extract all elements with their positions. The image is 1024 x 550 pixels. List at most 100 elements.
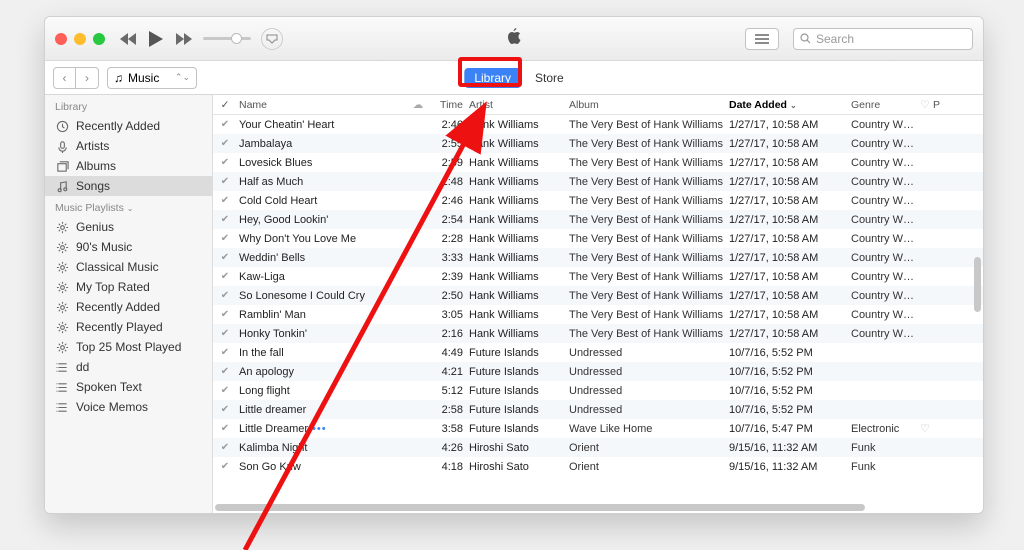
cell-date: 1/27/17, 10:58 AM (729, 119, 851, 131)
col-check[interactable]: ✓ (213, 99, 237, 111)
minimize-window-button[interactable] (74, 33, 86, 45)
cell-album: The Very Best of Hank Williams (569, 309, 729, 321)
col-cloud-icon[interactable]: ☁ (407, 99, 429, 111)
cell-artist: Future Islands (469, 366, 569, 378)
cell-album: Undressed (569, 404, 729, 416)
col-love-icon[interactable]: ♡ (917, 99, 933, 111)
cell-date: 10/7/16, 5:47 PM (729, 423, 851, 435)
play-button[interactable] (147, 30, 165, 48)
col-genre[interactable]: Genre (851, 99, 917, 111)
table-row[interactable]: ✔An apology4:21Future IslandsUndressed10… (213, 362, 983, 381)
row-checkbox[interactable]: ✔ (213, 138, 237, 149)
table-row[interactable]: ✔Weddin' Bells3:33Hank WilliamsThe Very … (213, 248, 983, 267)
cell-artist: Future Islands (469, 423, 569, 435)
row-checkbox[interactable]: ✔ (213, 442, 237, 453)
table-row[interactable]: ✔Your Cheatin' Heart2:46Hank WilliamsThe… (213, 115, 983, 134)
vertical-scrollbar[interactable] (973, 117, 981, 497)
cell-time: 3:33 (429, 252, 469, 264)
row-checkbox[interactable]: ✔ (213, 214, 237, 225)
cell-name: Jambalaya (237, 138, 407, 150)
cell-time: 2:55 (429, 138, 469, 150)
table-row[interactable]: ✔Half as Much2:48Hank WilliamsThe Very B… (213, 172, 983, 191)
volume-slider[interactable] (203, 37, 251, 40)
forward-button[interactable]: › (76, 68, 98, 88)
table-row[interactable]: ✔Hey, Good Lookin'2:54Hank WilliamsThe V… (213, 210, 983, 229)
col-artist[interactable]: Artist (469, 99, 569, 111)
col-plays[interactable]: P (933, 99, 945, 111)
col-album[interactable]: Album (569, 99, 729, 111)
sidebar-item-albums[interactable]: Albums (45, 156, 212, 176)
cell-artist: Hank Williams (469, 195, 569, 207)
row-checkbox[interactable]: ✔ (213, 271, 237, 282)
back-button[interactable]: ‹ (54, 68, 76, 88)
song-list: ✓ Name ☁ Time Artist Album Date Added⌄ G… (213, 95, 983, 513)
row-checkbox[interactable]: ✔ (213, 461, 237, 472)
playlist-top-25-most-played[interactable]: Top 25 Most Played (45, 337, 212, 357)
table-row[interactable]: ✔Son Go Kuw4:18Hiroshi SatoOrient9/15/16… (213, 457, 983, 476)
row-checkbox[interactable]: ✔ (213, 157, 237, 168)
search-input[interactable]: Search (793, 28, 973, 50)
row-checkbox[interactable]: ✔ (213, 309, 237, 320)
playlist-spoken-text[interactable]: Spoken Text (45, 377, 212, 397)
cell-album: The Very Best of Hank Williams (569, 290, 729, 302)
row-checkbox[interactable]: ✔ (213, 404, 237, 415)
col-date-added[interactable]: Date Added⌄ (729, 99, 851, 111)
playlist-voice-memos[interactable]: Voice Memos (45, 397, 212, 417)
playlist-dd[interactable]: dd (45, 357, 212, 377)
table-row[interactable]: ✔Lovesick Blues2:59Hank WilliamsThe Very… (213, 153, 983, 172)
horizontal-scrollbar[interactable] (215, 503, 971, 511)
airplay-button[interactable] (261, 28, 283, 50)
row-checkbox[interactable]: ✔ (213, 385, 237, 396)
table-row[interactable]: ✔Long flight5:12Future IslandsUndressed1… (213, 381, 983, 400)
col-time[interactable]: Time (429, 99, 469, 111)
cell-love[interactable]: ♡ (917, 422, 933, 435)
table-row[interactable]: ✔Kaw-Liga2:39Hank WilliamsThe Very Best … (213, 267, 983, 286)
table-row[interactable]: ✔Honky Tonkin'2:16Hank WilliamsThe Very … (213, 324, 983, 343)
sidebar-item-recently-added[interactable]: Recently Added (45, 116, 212, 136)
playlist-genius[interactable]: Genius (45, 217, 212, 237)
row-checkbox[interactable]: ✔ (213, 119, 237, 130)
table-row[interactable]: ✔Cold Cold Heart2:46Hank WilliamsThe Ver… (213, 191, 983, 210)
playlist-recently-played[interactable]: Recently Played (45, 317, 212, 337)
playlist-recently-added[interactable]: Recently Added (45, 297, 212, 317)
row-checkbox[interactable]: ✔ (213, 328, 237, 339)
list-view-button[interactable] (745, 28, 779, 50)
row-checkbox[interactable]: ✔ (213, 423, 237, 434)
col-name[interactable]: Name (237, 99, 407, 111)
table-row[interactable]: ✔So Lonesome I Could Cry2:50Hank William… (213, 286, 983, 305)
table-row[interactable]: ✔Little Dreamer•••3:58Future IslandsWave… (213, 419, 983, 438)
row-checkbox[interactable]: ✔ (213, 176, 237, 187)
zoom-window-button[interactable] (93, 33, 105, 45)
more-icon[interactable]: ••• (312, 423, 327, 435)
row-checkbox[interactable]: ✔ (213, 366, 237, 377)
gear-icon (55, 280, 69, 294)
table-row[interactable]: ✔In the fall4:49Future IslandsUndressed1… (213, 343, 983, 362)
cell-time: 4:21 (429, 366, 469, 378)
next-track-button[interactable] (175, 30, 193, 48)
playlist-my-top-rated[interactable]: My Top Rated (45, 277, 212, 297)
row-checkbox[interactable]: ✔ (213, 252, 237, 263)
row-checkbox[interactable]: ✔ (213, 195, 237, 206)
updown-icon: ⌃⌄ (175, 72, 190, 83)
table-row[interactable]: ✔Jambalaya2:55Hank WilliamsThe Very Best… (213, 134, 983, 153)
sidebar-item-artists[interactable]: Artists (45, 136, 212, 156)
media-picker[interactable]: ♫ Music ⌃⌄ (107, 67, 197, 89)
playlist-90-s-music[interactable]: 90's Music (45, 237, 212, 257)
playlist-classical-music[interactable]: Classical Music (45, 257, 212, 277)
close-window-button[interactable] (55, 33, 67, 45)
table-row[interactable]: ✔Ramblin' Man3:05Hank WilliamsThe Very B… (213, 305, 983, 324)
cell-name: Son Go Kuw (237, 461, 407, 473)
sidebar-item-songs[interactable]: Songs (45, 176, 212, 196)
previous-track-button[interactable] (119, 30, 137, 48)
row-checkbox[interactable]: ✔ (213, 233, 237, 244)
table-row[interactable]: ✔Why Don't You Love Me2:28Hank WilliamsT… (213, 229, 983, 248)
table-row[interactable]: ✔Kalimba Night4:26Hiroshi SatoOrient9/15… (213, 438, 983, 457)
row-checkbox[interactable]: ✔ (213, 290, 237, 301)
sort-descending-icon: ⌄ (790, 101, 797, 110)
history-nav: ‹ › (53, 67, 99, 89)
cell-album: The Very Best of Hank Williams (569, 328, 729, 340)
tab-library[interactable]: Library (464, 68, 521, 88)
row-checkbox[interactable]: ✔ (213, 347, 237, 358)
tab-store[interactable]: Store (535, 71, 564, 85)
table-row[interactable]: ✔Little dreamer2:58Future IslandsUndress… (213, 400, 983, 419)
